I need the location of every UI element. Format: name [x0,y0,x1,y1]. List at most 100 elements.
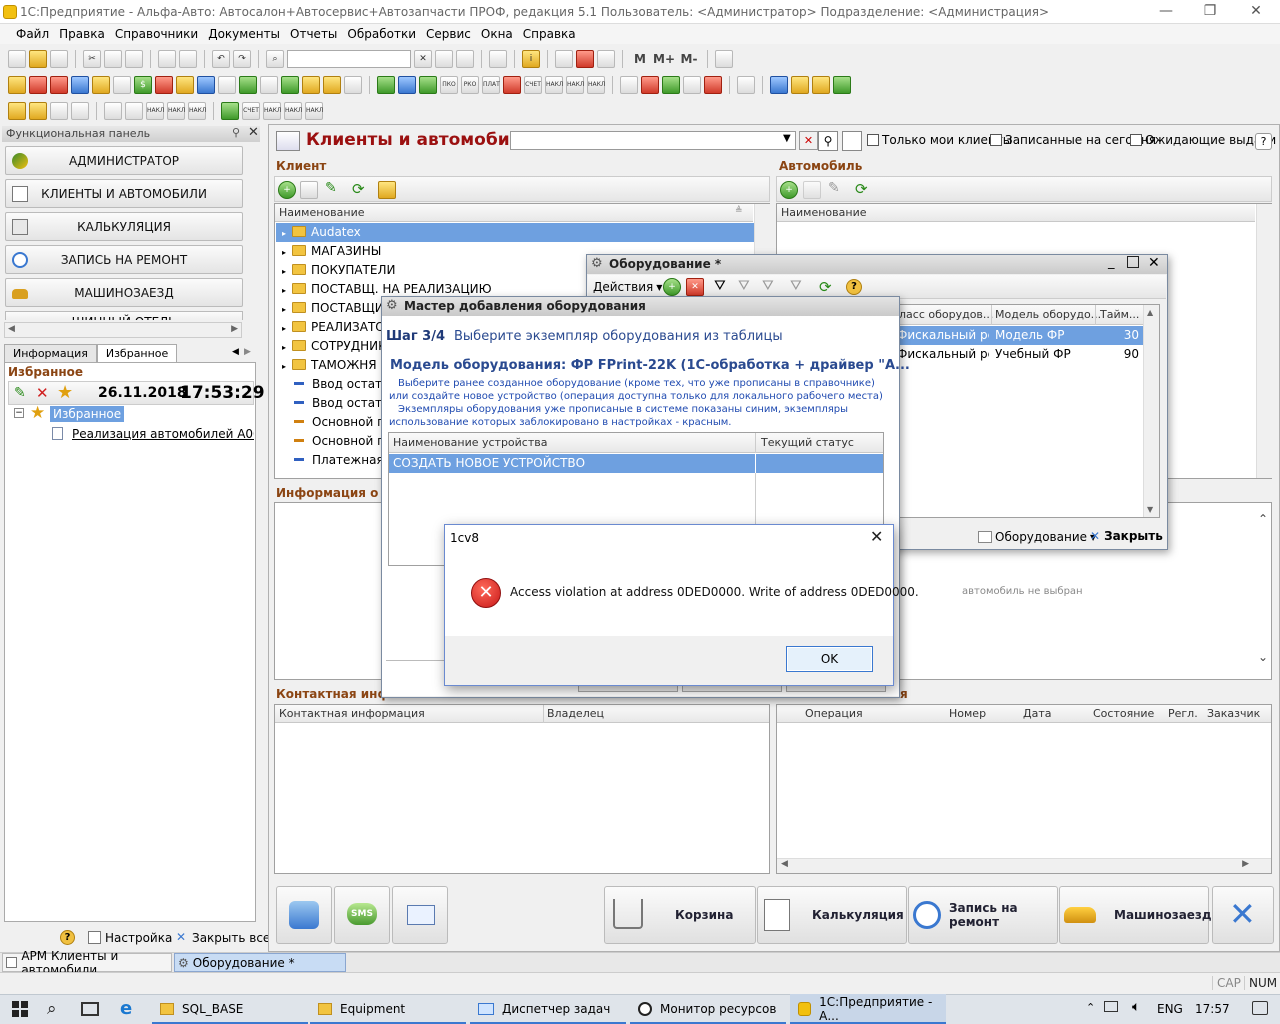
doc-icon-24[interactable] [503,76,521,94]
help-icon[interactable]: ? [60,930,75,945]
tb3-icon-4[interactable] [71,102,89,120]
users-icon[interactable] [812,76,830,94]
car-grid-scrollbar[interactable] [1256,204,1272,478]
doc-icon-9[interactable] [176,76,194,94]
clear-search-icon[interactable]: ✕ [414,50,432,68]
minimize-icon[interactable]: — [1154,2,1178,20]
equipment-button[interactable]: Оборудование ▼ [978,530,1096,544]
equipment-filter-icon[interactable]: ⛛ [714,278,726,294]
ops-hscroll[interactable]: ◀ ▶ [777,858,1271,873]
menu-reports[interactable]: Отчеты [290,27,337,41]
taskbar-task-manager[interactable]: Диспетчер задач [470,994,626,1024]
doc-icon-14[interactable] [281,76,299,94]
doc-icon-4[interactable] [71,76,89,94]
wizard-create-row[interactable]: СОЗДАТЬ НОВОЕ УСТРОЙСТВО [389,454,883,473]
add-client-icon[interactable]: + [278,181,296,199]
doc-icon-5[interactable] [92,76,110,94]
toolbar-search-input[interactable] [287,50,411,68]
calendar-icon[interactable] [576,50,594,68]
doc-icon-2[interactable] [29,76,47,94]
nav-arrival[interactable]: МАШИНОЗАЕЗД [5,278,243,307]
ok-button[interactable]: OK [786,646,873,672]
equipment-refresh-icon[interactable]: ⟳ [819,278,832,296]
restore-icon[interactable]: ❐ [1198,2,1222,20]
equipment-help-icon[interactable]: ? [846,279,862,295]
equipment-grid-scrollbar[interactable]: ▲ ▼ [1143,305,1159,517]
equipment-row[interactable]: Фискальный ре... Модель ФР 30 [895,326,1143,345]
sms-button[interactable]: SMS [334,886,390,944]
taskbar-equipment[interactable]: Equipment [310,994,466,1024]
form-help-icon[interactable]: ? [1255,133,1272,150]
doc-icon-10[interactable] [197,76,215,94]
nav-tire-hotel[interactable]: ШИННЫЙ ОТЕЛЬ [5,311,243,320]
equipment-delete-icon[interactable]: ✕ [686,278,704,296]
cart-button[interactable]: Корзина [604,886,756,944]
equipment-clear-filter-icon[interactable]: ⛛ [790,278,802,294]
tab-favorites[interactable]: Избранное [96,344,178,362]
doc-icon-18[interactable] [377,76,395,94]
network-icon[interactable] [1104,1001,1118,1012]
panel-close-icon[interactable]: ✕ [248,125,259,140]
equipment-filter2-icon[interactable]: ⛛ [738,278,750,294]
add-group-icon[interactable] [300,181,318,199]
menu-documents[interactable]: Документы [208,27,280,41]
equipment-close-icon[interactable]: ✕ [1148,255,1160,271]
close-form-button[interactable]: ✕ [1212,886,1274,944]
dollar-icon[interactable]: $ [134,76,152,94]
client-search-input[interactable] [510,131,796,150]
tree-collapse-icon[interactable]: − [14,408,24,418]
edit-client-icon[interactable]: ✎ [325,180,337,196]
doc-icon-8[interactable] [155,76,173,94]
doc-icon-13[interactable] [260,76,278,94]
search-icon[interactable]: ⌕ [47,999,57,1019]
redo-icon[interactable]: ↷ [233,50,251,68]
find-prev-icon[interactable] [435,50,453,68]
menu-windows[interactable]: Окна [481,27,513,41]
car-info-scroll-down-icon[interactable]: ⌄ [1258,650,1268,664]
doc-icon-36[interactable] [791,76,809,94]
menu-help[interactable]: Справка [523,27,576,41]
print-icon[interactable] [158,50,176,68]
car-info-scroll-up-icon[interactable]: ⌃ [1258,512,1268,526]
notifications-icon[interactable] [1252,1001,1268,1015]
error-dialog-close-icon[interactable]: ✕ [870,527,883,546]
nakl-icon-1[interactable]: НАКЛ [545,76,563,94]
plat-icon[interactable]: ПЛАТ [482,76,500,94]
new-doc-icon[interactable] [8,50,26,68]
equipment-close-button[interactable]: ✕ Закрыть [1090,529,1163,543]
tb3-icon-2[interactable] [29,102,47,120]
clear-filter-icon[interactable]: ✕ [799,131,818,150]
tools-icon[interactable] [715,50,733,68]
tb3-nakl-4[interactable]: НАКЛ [263,102,281,120]
tray-chevron-icon[interactable]: ⌃ [1086,1001,1095,1014]
doc-icon-12[interactable] [239,76,257,94]
doc-icon-34[interactable] [737,76,755,94]
email-button[interactable] [392,886,448,944]
tree-child-link[interactable]: Реализация автомобилей А0000000 [72,427,254,441]
repair-button[interactable]: Запись на ремонт [908,886,1058,944]
chart-icon[interactable] [662,76,680,94]
refresh-cars-icon[interactable]: ⟳ [855,180,868,198]
task-view-icon[interactable] [81,1002,99,1016]
menu-edit[interactable]: Правка [59,27,105,41]
equipment-actions-menu[interactable]: Действия ▼ [593,280,662,294]
calculation-button[interactable]: Калькуляция [757,886,907,944]
tb3-schet[interactable]: СЧЕТ [242,102,260,120]
checkbox-icon[interactable] [990,134,1002,146]
phone-button[interactable] [276,886,332,944]
tb3-nakl-5[interactable]: НАКЛ [284,102,302,120]
doc-icon-6[interactable] [113,76,131,94]
memory-plus-button[interactable]: M+ [653,52,675,66]
taskbar-sql-base[interactable]: SQL_BASE [152,994,308,1024]
nav-repair[interactable]: ЗАПИСЬ НА РЕМОНТ [5,245,243,274]
cut-icon[interactable]: ✂ [83,50,101,68]
volume-icon[interactable]: 🔈︎ [1132,999,1140,1015]
open-window-equipment[interactable]: ⚙ Оборудование * [174,953,346,972]
doc-icon-11[interactable] [218,76,236,94]
book-icon[interactable] [770,76,788,94]
tb3-icon-3[interactable] [50,102,68,120]
pko-icon[interactable]: ПКО [440,76,458,94]
nav-admin[interactable]: АДМИНИСТРАТОР [5,146,243,175]
delete-icon[interactable]: ✕ [36,384,49,402]
nav-clients[interactable]: КЛИЕНТЫ И АВТОМОБИЛИ [5,179,243,208]
